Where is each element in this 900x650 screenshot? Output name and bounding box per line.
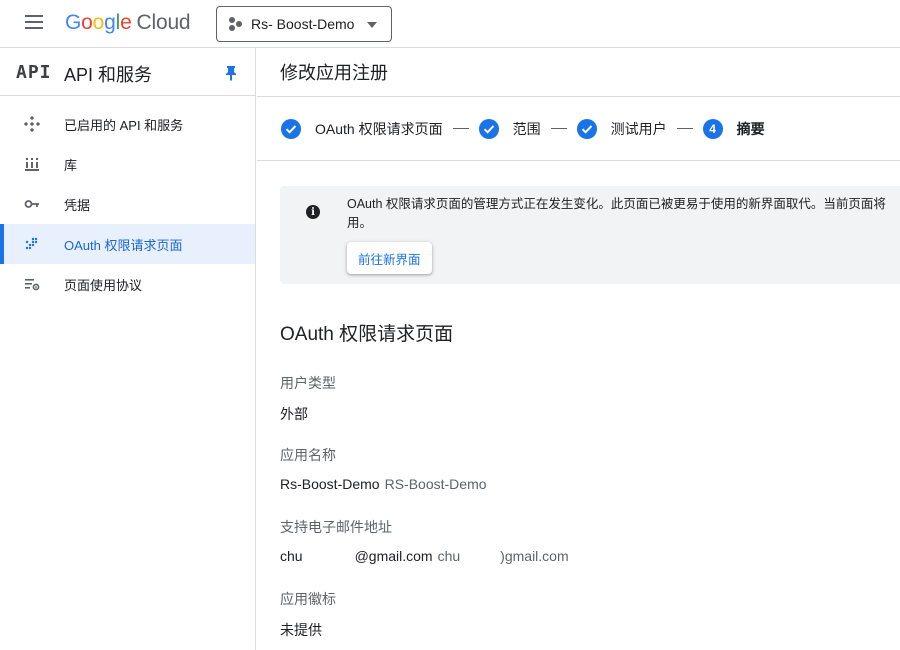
step-scopes[interactable]: 范围 xyxy=(478,118,541,139)
step-test-users[interactable]: 测试用户 xyxy=(576,118,667,139)
field-value: chu @gmail.com chu)gmail.com xyxy=(280,548,569,565)
field-value: Rs-Boost-Demo RS-Boost-Demo xyxy=(280,476,487,492)
field-user-type: 用户类型 外部 xyxy=(280,373,336,424)
pin-icon[interactable] xyxy=(224,65,238,81)
field-value: 外部 xyxy=(280,406,308,422)
check-circle-icon xyxy=(281,118,301,139)
banner-text: OAuth 权限请求页面的管理方式正在发生变化。此页面已被更易于使用的新界面取代… xyxy=(347,197,886,230)
top-bar: Google Cloud Rs- Boost-Demo xyxy=(0,0,900,48)
oauth-consent-icon xyxy=(24,236,40,252)
sidebar-item-enabled-apis[interactable]: 已启用的 API 和服务 xyxy=(0,104,255,144)
step-oauth-consent[interactable]: OAuth 权限请求页面 xyxy=(281,118,443,139)
api-logo-icon: API xyxy=(16,62,52,83)
sidebar-item-label: 凭据 xyxy=(64,197,91,213)
sidebar: API API 和服务 已启用的 API 和服务 库 凭据 OAuth 权限请求… xyxy=(0,48,256,650)
redacted-area xyxy=(460,550,501,565)
field-label: 应用名称 xyxy=(280,447,336,463)
enabled-apis-icon xyxy=(24,116,40,132)
go-to-new-ui-button[interactable]: 前往新界面 xyxy=(347,242,432,274)
sidebar-item-credentials[interactable]: 凭据 xyxy=(0,184,255,224)
step-label: 摘要 xyxy=(736,120,765,137)
step-number-badge: 4 xyxy=(702,118,723,139)
sidebar-item-label: 库 xyxy=(64,157,78,173)
step-separator xyxy=(550,128,567,129)
sidebar-item-oauth-consent[interactable]: OAuth 权限请求页面 xyxy=(0,224,255,264)
field-app-name: 应用名称 Rs-Boost-Demo RS-Boost-Demo xyxy=(280,445,487,492)
check-circle-icon xyxy=(478,118,499,139)
sidebar-item-library[interactable]: 库 xyxy=(0,144,255,184)
step-label: OAuth 权限请求页面 xyxy=(315,120,443,137)
field-app-logo: 应用徽标 未提供 xyxy=(280,589,336,640)
key-icon xyxy=(24,196,40,212)
main-menu-icon[interactable] xyxy=(22,15,46,33)
check-circle-icon xyxy=(576,118,597,139)
field-support-email: 支持电子邮件地址 chu @gmail.com chu)gmail.com xyxy=(280,517,569,565)
field-label: 用户类型 xyxy=(280,375,336,391)
stepper: OAuth 权限请求页面 范围 测试用户 4 摘要 xyxy=(257,97,900,161)
step-separator xyxy=(452,128,469,129)
project-name: Rs- Boost-Demo xyxy=(251,16,355,32)
page-header: 修改应用注册 xyxy=(257,48,900,97)
field-label: 应用徽标 xyxy=(280,591,336,607)
redacted-area xyxy=(302,550,355,565)
field-label: 支持电子邮件地址 xyxy=(280,519,392,535)
sidebar-item-label: 已启用的 API 和服务 xyxy=(64,117,184,133)
sidebar-title: API 和服务 xyxy=(64,65,153,85)
main-content: 修改应用注册 OAuth 权限请求页面 范围 测试用户 4 摘要 i OAuth… xyxy=(257,48,900,650)
project-picker[interactable]: Rs- Boost-Demo xyxy=(216,6,392,42)
section-title: OAuth 权限请求页面 xyxy=(280,324,454,345)
step-label: 测试用户 xyxy=(610,120,667,137)
sidebar-item-page-usage[interactable]: 页面使用协议 xyxy=(0,264,255,304)
sidebar-header: API API 和服务 xyxy=(0,48,255,96)
project-icon xyxy=(229,17,243,31)
step-label: 范围 xyxy=(512,120,541,137)
google-cloud-logo[interactable]: Google Cloud xyxy=(65,11,191,35)
page-usage-icon xyxy=(24,276,40,292)
info-banner: i OAuth 权限请求页面的管理方式正在发生变化。此页面已被更易于使用的新界面… xyxy=(280,186,900,284)
step-summary[interactable]: 4 摘要 xyxy=(702,118,765,139)
sidebar-item-label: OAuth 权限请求页面 xyxy=(64,237,183,253)
sidebar-item-label: 页面使用协议 xyxy=(64,277,143,293)
chevron-down-icon xyxy=(367,22,377,28)
step-separator xyxy=(676,128,693,129)
library-icon xyxy=(24,156,40,172)
field-value: 未提供 xyxy=(280,622,322,638)
page-title: 修改应用注册 xyxy=(280,63,388,83)
info-icon: i xyxy=(306,205,320,219)
